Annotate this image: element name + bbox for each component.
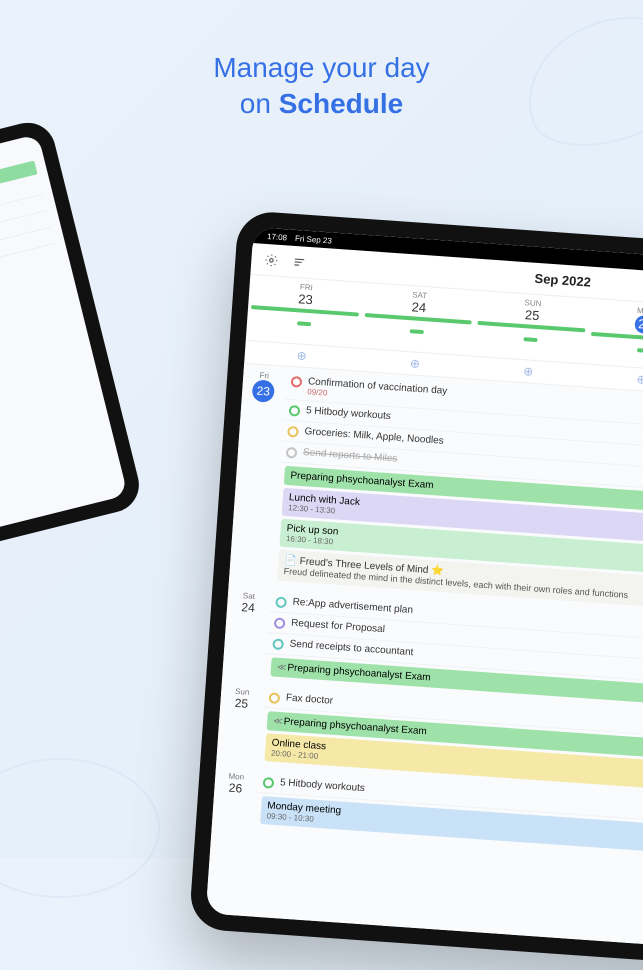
task-text: Fax doctor bbox=[286, 692, 334, 706]
status-time: 17:08 bbox=[267, 231, 288, 241]
left-task-row[interactable]: ○ Send receipts to accountant bbox=[0, 228, 55, 291]
task-checkbox[interactable] bbox=[269, 692, 281, 704]
agenda-list[interactable]: Fri23 Confirmation of vaccination day09/… bbox=[206, 364, 643, 953]
week-streak-bar bbox=[591, 332, 643, 343]
task-text: Send receipts to accountant bbox=[289, 639, 413, 659]
day-num: 24 bbox=[233, 600, 264, 616]
task-text: Re:App advertisement plan bbox=[292, 597, 413, 616]
day-label[interactable]: Sat24 bbox=[222, 584, 271, 683]
event-title: Preparing phsychoanalyst Exam bbox=[287, 662, 431, 683]
day-num: 26 bbox=[220, 780, 251, 796]
day-label[interactable]: Mon26 bbox=[212, 765, 258, 831]
week-day-column[interactable]: FRI 23 bbox=[246, 275, 364, 348]
event-title: Preparing phsychoanalyst Exam bbox=[290, 470, 434, 491]
day-items: Confirmation of vaccination day09/20 5 H… bbox=[271, 367, 643, 624]
tablet-main-mock: 17:08 Fri Sep 23 Sep 2022 FRI 23 SAT 24 bbox=[189, 210, 643, 970]
task-checkbox[interactable] bbox=[272, 638, 284, 650]
task-checkbox[interactable] bbox=[275, 596, 287, 608]
task-checkbox[interactable] bbox=[274, 617, 286, 629]
headline-line1: Manage your day bbox=[213, 52, 429, 83]
task-checkbox[interactable] bbox=[286, 447, 298, 459]
settings-button[interactable] bbox=[261, 249, 282, 270]
task-checkbox[interactable] bbox=[291, 376, 303, 388]
week-day-column[interactable]: SUN 25 bbox=[472, 291, 590, 364]
task-checkbox[interactable] bbox=[289, 405, 301, 417]
decorative-blob-bottom bbox=[0, 758, 160, 898]
day-section: Fri23 Confirmation of vaccination day09/… bbox=[229, 364, 643, 624]
mini-event-dot bbox=[410, 329, 424, 334]
mini-event-dot bbox=[297, 321, 311, 326]
week-day-column[interactable]: MON 26 bbox=[586, 299, 643, 372]
tablet-left-mock: 24 ○ Exam○ Re:App advertisement○ Request… bbox=[0, 117, 145, 563]
mini-event-dot bbox=[523, 337, 537, 342]
task-text: 5 Hitbody workouts bbox=[306, 405, 392, 422]
week-day-column[interactable]: SAT 24 bbox=[359, 283, 477, 356]
week-dow: MON bbox=[589, 303, 643, 320]
task-checkbox[interactable] bbox=[263, 777, 275, 789]
mini-event-dot bbox=[636, 348, 643, 353]
notes-tab[interactable]: 📄 Notes bbox=[0, 341, 82, 398]
event-title: Preparing phsychoanalyst Exam bbox=[283, 716, 427, 737]
promo-headline: Manage your day on Schedule bbox=[0, 50, 643, 123]
task-checkbox[interactable] bbox=[287, 426, 299, 438]
status-date: Fri Sep 23 bbox=[295, 233, 332, 245]
list-toggle-button[interactable] bbox=[289, 251, 310, 272]
task-subtext bbox=[289, 650, 413, 659]
headline-line2-bold: Schedule bbox=[279, 88, 403, 119]
task-text: 5 Hitbody workouts bbox=[280, 777, 366, 794]
event-continuation-icon: ≪ bbox=[273, 716, 281, 726]
task-text: Confirmation of vaccination day09/20 bbox=[307, 376, 448, 406]
event-continuation-icon: ≪ bbox=[277, 662, 285, 672]
day-label[interactable]: Sun25 bbox=[216, 680, 264, 768]
week-daynum: 26 bbox=[634, 315, 643, 334]
day-num: 25 bbox=[226, 695, 257, 711]
task-text: Request for Proposal bbox=[291, 618, 385, 636]
day-num: 23 bbox=[252, 379, 275, 402]
event-time: 09:30 - 10:30 bbox=[266, 811, 643, 855]
tablet-left-screen: 24 ○ Exam○ Re:App advertisement○ Request… bbox=[0, 134, 128, 546]
tablet-main-screen: 17:08 Fri Sep 23 Sep 2022 FRI 23 SAT 24 bbox=[206, 227, 643, 953]
headline-line2-pre: on bbox=[240, 88, 279, 119]
task-text: Send reports to Miles bbox=[303, 447, 398, 465]
